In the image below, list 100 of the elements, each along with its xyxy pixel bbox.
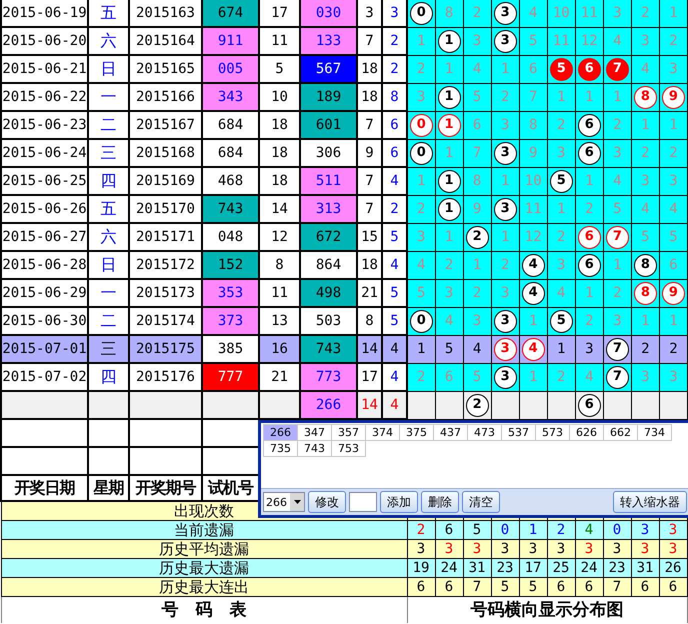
grid-cell: 2	[631, 0, 660, 27]
grid-cell: 1	[491, 223, 520, 251]
grid-cell: 3	[659, 363, 688, 391]
test-number-cell: 048	[202, 223, 259, 251]
table-row[interactable]: 2015-06-30 二 2015174 373 13 503 8 5 0 4 3 3 1 5 2 3 1 1	[1, 307, 688, 335]
number-dropdown[interactable]: 266	[263, 492, 305, 512]
grid-cell: 4	[463, 335, 492, 363]
draw-number-cell: 306	[300, 139, 357, 167]
grid-cell: 1	[631, 111, 660, 139]
grid-cell: 1	[519, 363, 548, 391]
number-ball: 4	[522, 338, 545, 360]
grid-cell: 2	[435, 251, 464, 279]
grid-cell: 2	[631, 139, 660, 167]
draw-number-cell: 672	[300, 223, 357, 251]
number-list-item[interactable]: 753	[331, 440, 366, 457]
number-list-item[interactable]: 437	[433, 424, 468, 441]
grid-cell: 2	[547, 363, 576, 391]
number-list-item[interactable]: 473	[467, 424, 502, 441]
grid-cell: 5	[463, 363, 492, 391]
number-list-item[interactable]: 735	[263, 440, 298, 457]
number-ball: 7	[606, 58, 629, 80]
table-row[interactable]: 2015-06-26 五 2015170 743 14 313 7 2 2 1 9 3 11 1 2 5 4 4	[1, 195, 688, 223]
table-row[interactable]: 2015-06-23 二 2015167 684 18 601 7 6 0 1 6 3 8 2 6 2 1 1	[1, 111, 688, 139]
edit-button[interactable]: 修改	[308, 491, 346, 513]
table-row[interactable]: 2015-06-28 日 2015172 152 8 864 18 4 4 2 1 2 4 3 6 1 8 6	[1, 251, 688, 279]
number-ball: 8	[634, 282, 657, 304]
number-ball: 3	[494, 366, 517, 388]
draw-number-cell: 743	[300, 335, 357, 363]
number-ball: 6	[578, 142, 601, 164]
toolbar-button[interactable]: 清空	[462, 491, 500, 513]
table-row[interactable]: 2015-06-24 三 2015168 684 18 306 9 6 0 1 7 3 9 3 6 3 2 2	[1, 139, 688, 167]
number-list-item[interactable]: 734	[637, 424, 672, 441]
grid-cell: 2	[631, 335, 660, 363]
table-row[interactable]: 2015-06-19 五 2015163 674 17 030 3 3 0 8 2 3 4 10 11 3 2 1	[1, 0, 688, 27]
toolbar-button[interactable]: 添加	[380, 491, 418, 513]
number-list-item[interactable]: 375	[399, 424, 434, 441]
grid-cell: 3	[407, 83, 436, 111]
grid-cell: 1	[603, 251, 632, 279]
table-row[interactable]: 2015-07-01 三 2015175 385 16 743 14 4 1 5 4 3 4 1 3 7 2 2	[1, 335, 688, 363]
grid-cell: 1	[435, 55, 464, 83]
grid-cell: 4	[631, 55, 660, 83]
number-list-item[interactable]: 573	[535, 424, 570, 441]
grid-cell: 3	[491, 279, 520, 307]
grid-cell: 2	[463, 0, 492, 27]
transfer-button[interactable]: 转入缩水器	[613, 491, 687, 513]
table-row[interactable]: 2015-07-02 四 2015176 777 21 773 17 4 2 6 5 3 1 2 4 7 3 3	[1, 363, 688, 391]
draw-number-cell: 498	[300, 279, 357, 307]
grid-cell: 3	[435, 279, 464, 307]
grid-cell: 11	[575, 0, 604, 27]
dropdown-arrow-icon	[294, 500, 300, 504]
draw-number-cell: 567	[300, 55, 357, 83]
number-list-item[interactable]: 537	[501, 424, 536, 441]
table-row[interactable]: 2015-06-27 六 2015171 048 12 672 15 5 3 1 2 1 12 2 6 7 5 5	[1, 223, 688, 251]
grid-cell: 9	[519, 139, 548, 167]
grid-cell: 1	[575, 279, 604, 307]
number-list-item[interactable]: 626	[569, 424, 604, 441]
grid-cell: 1	[463, 251, 492, 279]
number-ball: 3	[494, 310, 517, 332]
number-list-item[interactable]: 374	[365, 424, 400, 441]
grid-cell: 3	[659, 55, 688, 83]
grid-cell: 5	[407, 279, 436, 307]
test-number-cell: 777	[202, 363, 259, 391]
number-ball: 2	[466, 226, 489, 248]
number-list-item[interactable]: 266	[263, 424, 298, 441]
grid-cell: 1	[575, 167, 604, 195]
grid-cell: 1	[491, 167, 520, 195]
grid-cell: 11	[519, 195, 548, 223]
test-number-cell: 684	[202, 111, 259, 139]
grid-cell: 4	[519, 0, 548, 27]
number-ball: 6	[578, 114, 601, 136]
grid-cell: 5	[603, 195, 632, 223]
test-number-cell: 468	[202, 167, 259, 195]
number-ball: 1	[438, 198, 461, 220]
number-ball: 6	[578, 58, 601, 80]
number-ball: 1	[438, 30, 461, 52]
grid-cell: 6	[519, 55, 548, 83]
number-list-item[interactable]: 662	[603, 424, 638, 441]
grid-cell: 2	[547, 223, 576, 251]
table-row[interactable]: 2015-06-20 六 2015164 911 11 133 7 2 1 1 3 3 5 11 12 4 3 2	[1, 27, 688, 55]
number-ball: 6	[578, 394, 601, 416]
grid-cell: 6	[463, 111, 492, 139]
number-ball: 5	[550, 310, 573, 332]
number-ball: 6	[578, 226, 601, 248]
number-ball: 2	[466, 394, 489, 416]
grid-cell: 1	[659, 0, 688, 27]
table-row[interactable]: 2015-06-22 一 2015166 343 10 189 18 8 3 1 5 2 7 1 1 1 8 9	[1, 83, 688, 111]
number-ball: 5	[550, 170, 573, 192]
number-ball: 3	[494, 142, 517, 164]
table-row[interactable]: 2015-06-29 一 2015173 353 11 498 21 5 5 3 2 3 4 4 1 2 8 9	[1, 279, 688, 307]
table-row[interactable]: 2015-06-21 日 2015165 005 5 567 18 2 2 1 4 1 6 5 6 7 4 3	[1, 55, 688, 83]
test-number-cell: 385	[202, 335, 259, 363]
grid-cell: 2	[575, 195, 604, 223]
table-row[interactable]: 2015-06-25 四 2015169 468 18 511 7 4 1 1 8 1 10 5 1 4 3 3	[1, 167, 688, 195]
toolbar-button[interactable]: 删除	[421, 491, 459, 513]
grid-cell: 1	[547, 195, 576, 223]
number-input[interactable]	[349, 492, 377, 512]
number-ball: 1	[438, 170, 461, 192]
grid-cell: 5	[463, 83, 492, 111]
number-ball: 0	[410, 2, 433, 25]
grid-cell: 2	[491, 251, 520, 279]
